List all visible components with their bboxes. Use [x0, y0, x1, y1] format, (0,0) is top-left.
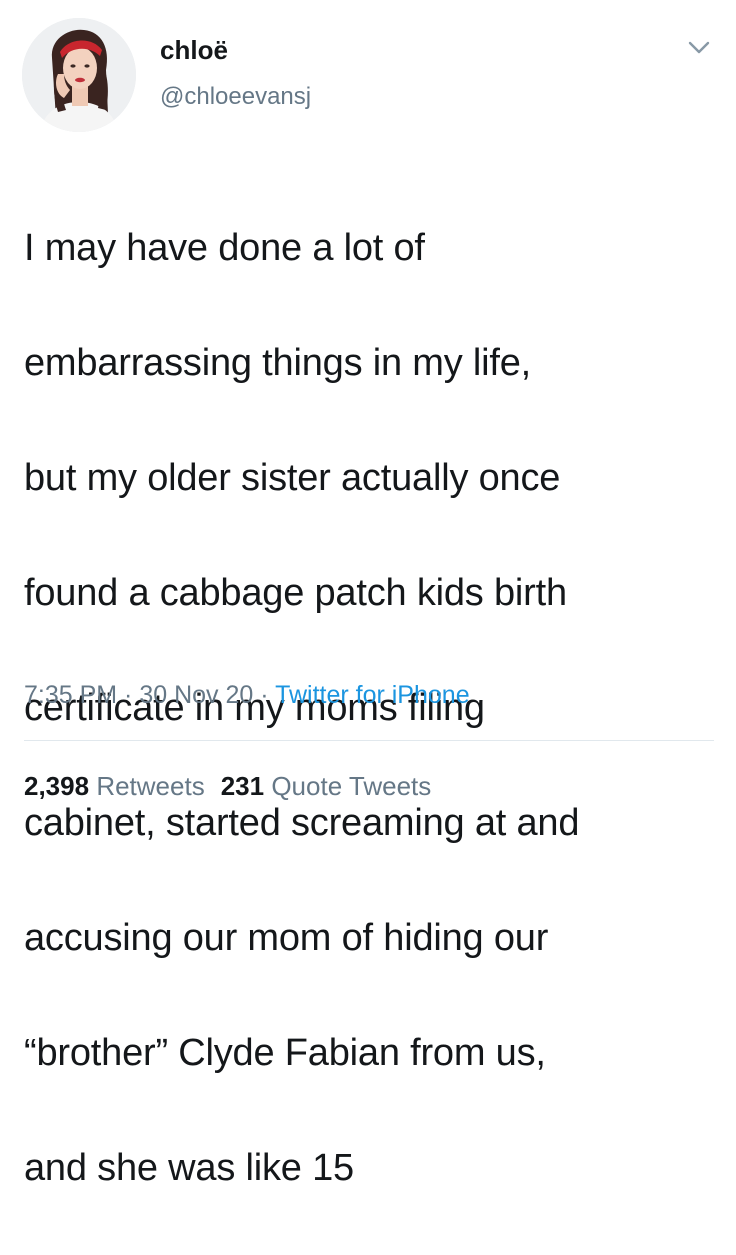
tweet-text-line: and she was like 15: [24, 1146, 354, 1189]
chevron-down-icon[interactable]: [684, 36, 714, 60]
tweet-text-line: cabinet, started screaming at and: [24, 801, 580, 844]
user-handle[interactable]: @chloeevansj: [160, 82, 311, 112]
tweet-time[interactable]: 7:35 PM: [24, 681, 117, 709]
tweet-text-line: found a cabbage patch kids birth: [24, 571, 567, 614]
retweets-count: 2,398: [24, 771, 90, 801]
tweet-stats: 2,398 Retweets 231 Quote Tweets: [24, 769, 431, 803]
meta-separator: ·: [253, 681, 276, 709]
tweet-text-line: accusing our mom of hiding our: [24, 916, 549, 959]
divider: [24, 740, 714, 741]
tweet-card: chloë @chloeevansj I may have done a lot…: [0, 0, 736, 1189]
tweet-text-line: embarrassing things in my life,: [24, 341, 532, 384]
display-name[interactable]: chloë: [160, 34, 228, 66]
tweet-text-line: I may have done a lot of: [24, 226, 425, 269]
tweet-text-line: “brother” Clyde Fabian from us,: [24, 1031, 546, 1074]
retweets-label: Retweets: [96, 771, 205, 801]
quote-tweets-label: Quote Tweets: [271, 771, 432, 801]
tweet-source-link[interactable]: Twitter for iPhone: [275, 681, 470, 709]
meta-separator: ·: [117, 681, 140, 709]
quote-tweets-stat[interactable]: 231 Quote Tweets: [221, 771, 432, 801]
retweets-stat[interactable]: 2,398 Retweets: [24, 771, 205, 801]
tweet-metadata: 7:35 PM · 30 Nov 20 · Twitter for iPhone: [24, 679, 470, 711]
quote-tweets-count: 231: [220, 771, 265, 801]
profile-photo-icon: [22, 18, 136, 132]
tweet-text-line: but my older sister actually once: [24, 456, 561, 499]
tweet-date[interactable]: 30 Nov 20: [139, 681, 253, 709]
avatar[interactable]: [22, 18, 136, 132]
